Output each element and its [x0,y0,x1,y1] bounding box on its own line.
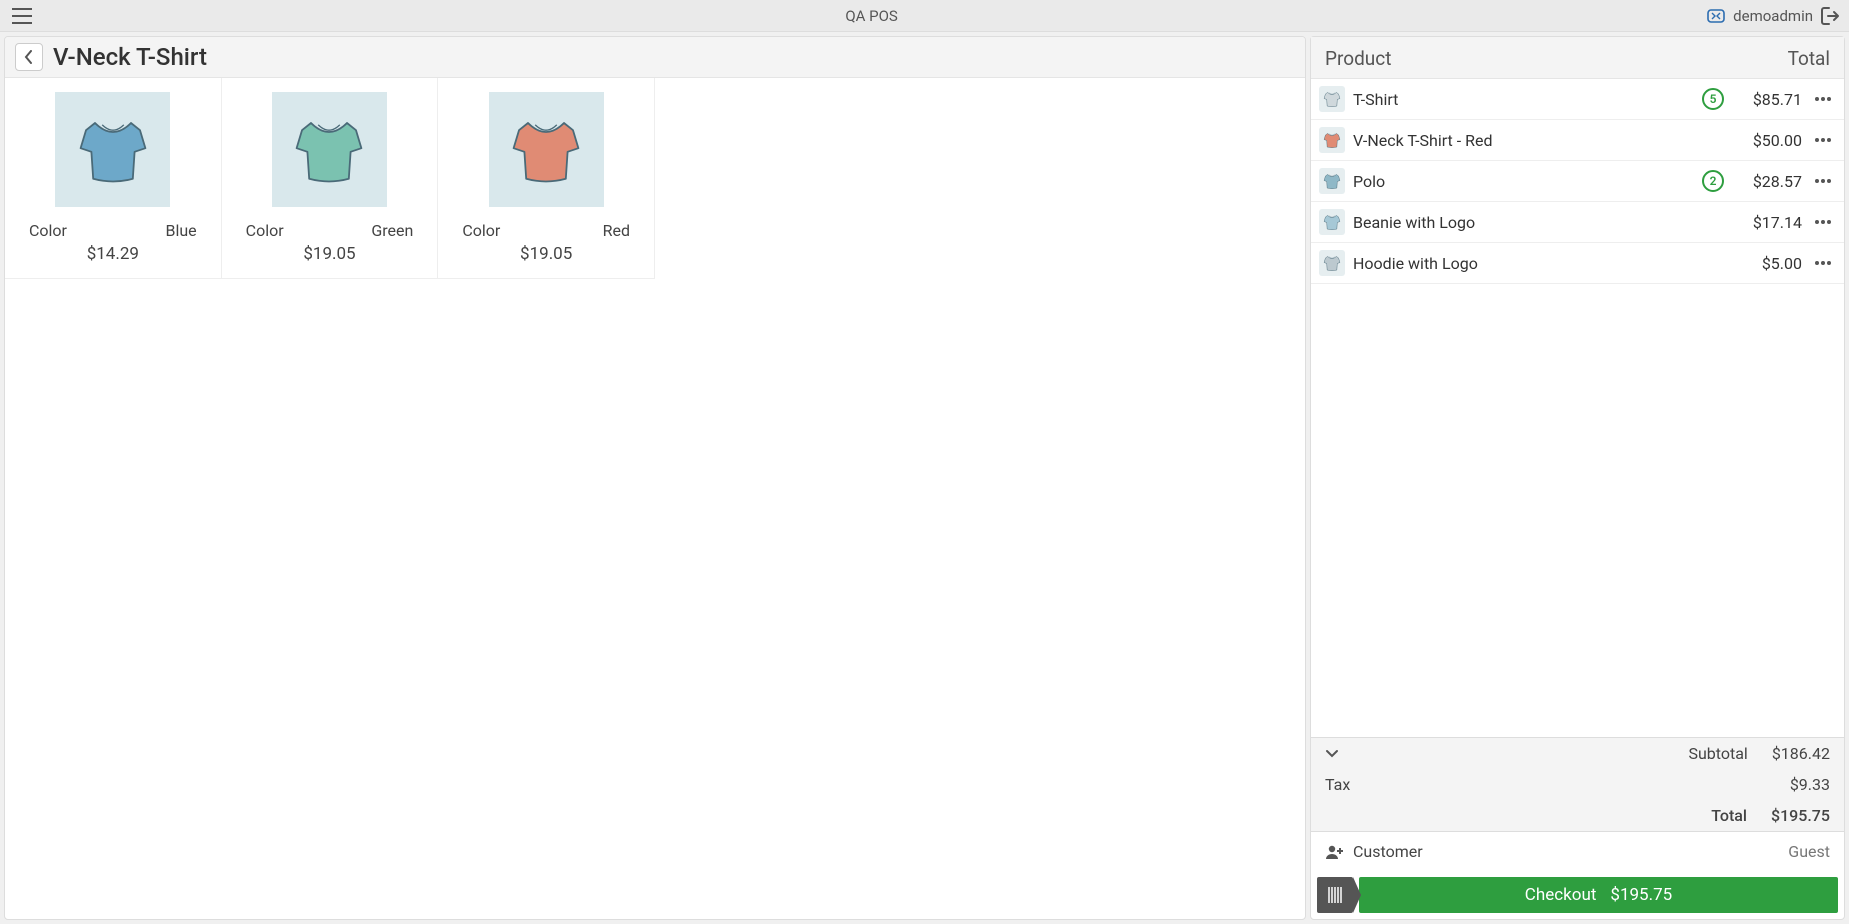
product-attr-label: Color [29,221,67,240]
subtotal-row: Subtotal $186.42 [1311,738,1844,769]
ellipsis-icon [1814,96,1832,102]
cart-item-name: T-Shirt [1353,90,1694,109]
cart-item-more-button[interactable] [1810,137,1836,143]
customer-label: Customer [1353,842,1423,861]
cart-row[interactable]: Hoodie with Logo $5.00 [1311,243,1844,284]
tax-row: Tax $9.33 [1311,769,1844,800]
cart-item-name: Beanie with Logo [1353,213,1724,232]
back-button[interactable] [15,43,43,71]
cart-panel: Product Total T-Shirt 5 $85.71 V-Neck T-… [1310,36,1845,920]
ellipsis-icon [1814,260,1832,266]
ellipsis-icon [1814,178,1832,184]
total-value: $195.75 [1771,806,1830,825]
product-image [489,92,604,207]
barcode-icon [1328,887,1342,903]
cart-item-more-button[interactable] [1810,96,1836,102]
cart-item-price: $85.71 [1732,90,1802,109]
expand-totals-button[interactable] [1325,749,1339,759]
chevron-down-icon [1325,749,1339,759]
product-attr-label: Color [462,221,500,240]
ellipsis-icon [1814,219,1832,225]
cart-item-price: $5.00 [1732,254,1802,273]
product-attr-value: Red [603,221,630,240]
tax-label: Tax [1325,775,1350,794]
qty-badge: 2 [1702,170,1724,192]
menu-button[interactable] [8,4,36,28]
cart-item-thumb [1319,127,1345,153]
cart-row[interactable]: Polo 2 $28.57 [1311,161,1844,202]
product-price: $19.05 [452,244,640,264]
username-label: demoadmin [1733,7,1813,25]
chevron-left-icon [24,50,34,64]
checkout-button[interactable]: Checkout $195.75 [1359,877,1838,913]
cart-item-more-button[interactable] [1810,260,1836,266]
totals-section: Subtotal $186.42 Tax $9.33 Total $195.75 [1311,737,1844,831]
app-title: QA POS [36,7,1707,25]
cart-item-price: $17.14 [1732,213,1802,232]
product-price: $14.29 [19,244,207,264]
topbar: QA POS demoadmin [0,0,1849,32]
product-price: $19.05 [236,244,424,264]
cart-items: T-Shirt 5 $85.71 V-Neck T-Shirt - Red $5… [1311,79,1844,737]
cart-item-name: Hoodie with Logo [1353,254,1724,273]
cart-item-price: $50.00 [1732,131,1802,150]
add-customer-icon [1325,844,1345,860]
cart-header-total: Total [1788,47,1830,70]
total-row: Total $195.75 [1311,800,1844,831]
product-grid: Color Blue $14.29 Color Green $19.05 Col… [5,78,1305,279]
customer-row[interactable]: Customer Guest [1311,831,1844,871]
cart-row[interactable]: Beanie with Logo $17.14 [1311,202,1844,243]
cart-item-thumb [1319,168,1345,194]
checkout-row: Checkout $195.75 [1311,871,1844,919]
user-area: demoadmin [1707,7,1841,25]
product-attr-value: Green [371,221,413,240]
product-image [272,92,387,207]
logout-icon [1821,7,1841,25]
total-label: Total [1711,806,1747,825]
barcode-button[interactable] [1317,877,1353,913]
sync-icon[interactable] [1707,9,1725,23]
product-card[interactable]: Color Blue $14.29 [5,78,222,279]
cart-item-name: Polo [1353,172,1694,191]
cart-header-product: Product [1325,47,1391,70]
product-panel: V-Neck T-Shirt Color Blue $14.29 Color G… [4,36,1306,920]
tax-value: $9.33 [1790,775,1830,794]
cart-item-price: $28.57 [1732,172,1802,191]
cart-item-more-button[interactable] [1810,219,1836,225]
product-attr-label: Color [246,221,284,240]
product-attr-value: Blue [165,221,196,240]
product-card[interactable]: Color Red $19.05 [438,78,655,279]
product-card[interactable]: Color Green $19.05 [222,78,439,279]
qty-badge: 5 [1702,88,1724,110]
product-panel-header: V-Neck T-Shirt [5,37,1305,78]
subtotal-value: $186.42 [1772,744,1830,763]
cart-item-more-button[interactable] [1810,178,1836,184]
page-title: V-Neck T-Shirt [53,43,207,71]
subtotal-label: Subtotal [1688,744,1747,763]
cart-item-thumb [1319,86,1345,112]
checkout-amount: $195.75 [1610,885,1672,905]
checkout-label: Checkout [1525,885,1597,905]
cart-item-name: V-Neck T-Shirt - Red [1353,131,1724,150]
cart-item-thumb [1319,250,1345,276]
cart-row[interactable]: T-Shirt 5 $85.71 [1311,79,1844,120]
hamburger-icon [12,8,32,24]
product-image [55,92,170,207]
logout-button[interactable] [1821,7,1841,25]
cart-item-thumb [1319,209,1345,235]
customer-value: Guest [1788,842,1830,861]
cart-row[interactable]: V-Neck T-Shirt - Red $50.00 [1311,120,1844,161]
cart-header: Product Total [1311,37,1844,79]
ellipsis-icon [1814,137,1832,143]
